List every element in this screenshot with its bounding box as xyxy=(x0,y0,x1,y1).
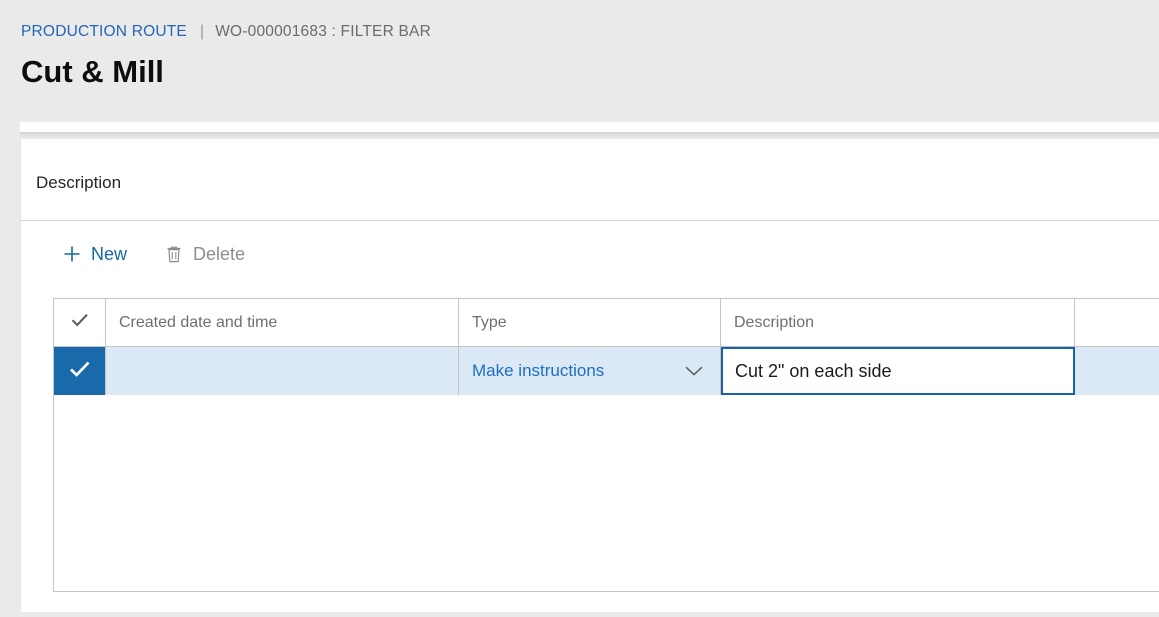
trash-icon xyxy=(163,243,185,265)
description-panel: Description New Delete xyxy=(20,139,1159,612)
new-button-label: New xyxy=(91,242,127,266)
cell-type-dropdown[interactable]: Make instructions xyxy=(459,347,721,395)
table-row: Make instructions xyxy=(54,347,1159,395)
section-header: Description xyxy=(20,139,1159,221)
column-header-description[interactable]: Description xyxy=(721,299,1075,346)
plus-icon xyxy=(61,243,83,265)
column-header-select-all[interactable] xyxy=(54,299,106,346)
column-header-type[interactable]: Type xyxy=(459,299,721,346)
description-input[interactable] xyxy=(721,347,1075,395)
chevron-down-icon[interactable] xyxy=(684,365,704,377)
section-title: Description xyxy=(36,172,121,194)
cell-type-value: Make instructions xyxy=(472,359,684,383)
header-strip-shadow xyxy=(20,132,1159,139)
breadcrumb-separator: | xyxy=(187,23,215,40)
row-select-checkbox[interactable] xyxy=(54,347,106,395)
page-header: PRODUCTION ROUTE|WO-000001683 : FILTER B… xyxy=(0,0,1159,122)
checkmark-icon xyxy=(70,312,90,333)
grid-toolbar: New Delete xyxy=(20,222,1159,286)
column-header-created-date-and-time[interactable]: Created date and time xyxy=(106,299,459,346)
delete-button-label: Delete xyxy=(193,242,245,266)
column-header-spacer xyxy=(1075,299,1159,346)
cell-spacer xyxy=(1075,347,1159,395)
column-header-label: Created date and time xyxy=(106,312,277,334)
header-divider-strip xyxy=(20,122,1159,132)
column-header-label: Type xyxy=(459,312,507,334)
breadcrumb: PRODUCTION ROUTE|WO-000001683 : FILTER B… xyxy=(21,21,431,43)
breadcrumb-link-production-route[interactable]: PRODUCTION ROUTE xyxy=(21,23,187,40)
page-title: Cut & Mill xyxy=(21,51,164,93)
delete-button[interactable]: Delete xyxy=(163,238,245,270)
cell-created-date-and-time[interactable] xyxy=(106,347,459,395)
new-button[interactable]: New xyxy=(61,238,127,270)
checkmark-icon xyxy=(68,360,92,383)
description-grid: Created date and time Type Description xyxy=(53,298,1159,592)
column-header-label: Description xyxy=(721,312,814,334)
grid-header-row: Created date and time Type Description xyxy=(54,299,1159,347)
breadcrumb-current-item: WO-000001683 : FILTER BAR xyxy=(215,23,431,40)
